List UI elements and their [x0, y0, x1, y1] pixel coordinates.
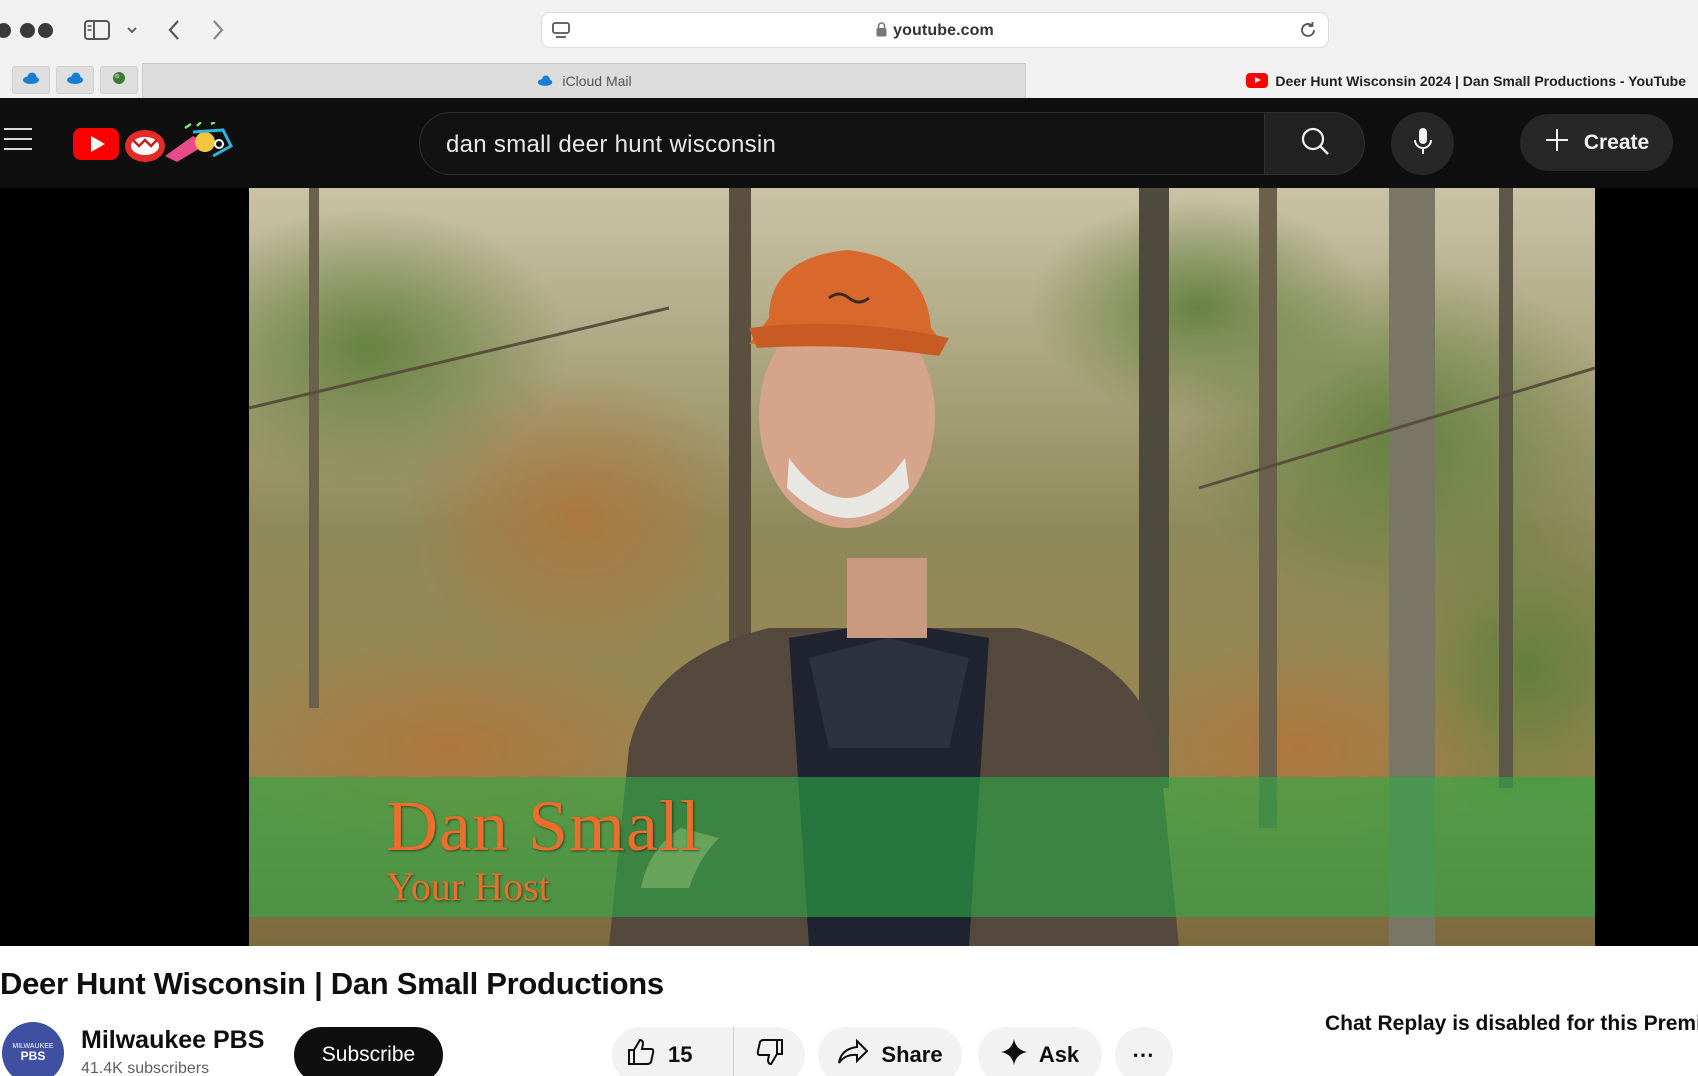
subscribe-button[interactable]: Subscribe [294, 1027, 443, 1076]
youtube-doodle-logo[interactable] [73, 120, 235, 170]
more-actions-button[interactable]: ⋯ [1115, 1027, 1173, 1076]
video-frame[interactable]: Dan Small Your Host [249, 188, 1595, 946]
overlay-name: Dan Small [386, 786, 701, 866]
tab-icloud-mail[interactable]: iCloud Mail [142, 63, 1026, 98]
address-bar[interactable]: youtube.com [541, 12, 1329, 48]
search-icon [1300, 126, 1330, 161]
pinned-tab-icloud-1[interactable] [12, 66, 50, 94]
plus-icon [1544, 127, 1570, 159]
youtube-favicon-icon [1246, 73, 1269, 88]
channel-avatar[interactable]: MILWAUKEE PBS [2, 1022, 64, 1076]
like-count: 15 [668, 1042, 693, 1067]
cloud-icon [65, 71, 85, 89]
chevron-down-icon[interactable] [124, 14, 140, 46]
back-icon[interactable] [162, 14, 186, 46]
page: youtube.com iCloud Mail Deer Hunt Wiscon… [0, 0, 1698, 1076]
voice-search-button[interactable] [1391, 112, 1454, 175]
like-dislike-group: 15 [612, 1027, 805, 1076]
window-close-button[interactable] [0, 23, 11, 38]
search-query-text: dan small deer hunt wisconsin [446, 131, 777, 158]
ask-label: Ask [1038, 1042, 1080, 1067]
cloud-icon [536, 73, 554, 89]
pinned-tab-icloud-2[interactable] [56, 66, 94, 94]
tab-youtube-video[interactable]: Deer Hunt Wisconsin 2024 | Dan Small Pro… [1026, 63, 1698, 98]
chat-replay-notice: Chat Replay is disabled for this Premie [1325, 1012, 1698, 1035]
pinned-tab-site[interactable] [100, 66, 138, 94]
microphone-icon [1413, 127, 1433, 160]
share-label: Share [881, 1042, 943, 1067]
thumbs-up-icon [626, 1037, 656, 1073]
address-url: youtube.com [542, 22, 1328, 42]
share-button[interactable]: Share [818, 1027, 962, 1076]
ask-button[interactable]: Ask [978, 1027, 1102, 1076]
overlay-role: Your Host [386, 864, 550, 909]
search-input[interactable]: dan small deer hunt wisconsin [419, 112, 1265, 175]
forward-icon[interactable] [206, 14, 230, 46]
dislike-button[interactable] [734, 1027, 805, 1076]
create-label: Create [1583, 130, 1650, 154]
tab-label: Deer Hunt Wisconsin 2024 | Dan Small Pro… [1275, 72, 1686, 89]
subscriber-count: 41.4K subscribers [81, 1060, 210, 1076]
tab-label: iCloud Mail [562, 73, 632, 89]
window-minimize-button[interactable] [20, 23, 35, 38]
reload-icon[interactable] [1298, 20, 1318, 45]
create-button[interactable]: Create [1520, 114, 1673, 171]
tab-bar: iCloud Mail Deer Hunt Wisconsin 2024 | D… [0, 62, 1698, 98]
thumbs-down-icon [755, 1037, 785, 1073]
url-text: youtube.com [893, 22, 994, 39]
video-player[interactable]: Dan Small Your Host [0, 188, 1698, 946]
avatar-text-bottom: PBS [20, 1049, 46, 1064]
youtube-header: dan small deer hunt wisconsin Create [0, 98, 1698, 188]
like-button[interactable]: 15 [612, 1027, 734, 1076]
video-title: Deer Hunt Wisconsin | Dan Small Producti… [0, 966, 664, 1001]
leaf-icon [111, 70, 127, 91]
browser-toolbar: youtube.com [0, 0, 1698, 62]
sidebar-toggle-icon[interactable] [82, 14, 112, 46]
share-icon [837, 1038, 869, 1071]
lock-icon [876, 22, 887, 42]
sparkle-icon [1000, 1039, 1027, 1071]
search-button[interactable] [1265, 112, 1365, 175]
window-zoom-button[interactable] [38, 23, 53, 38]
more-icon: ⋯ [1132, 1042, 1156, 1067]
cloud-icon [21, 71, 41, 89]
channel-name[interactable]: Milwaukee PBS [81, 1026, 264, 1055]
menu-icon[interactable] [4, 128, 34, 154]
